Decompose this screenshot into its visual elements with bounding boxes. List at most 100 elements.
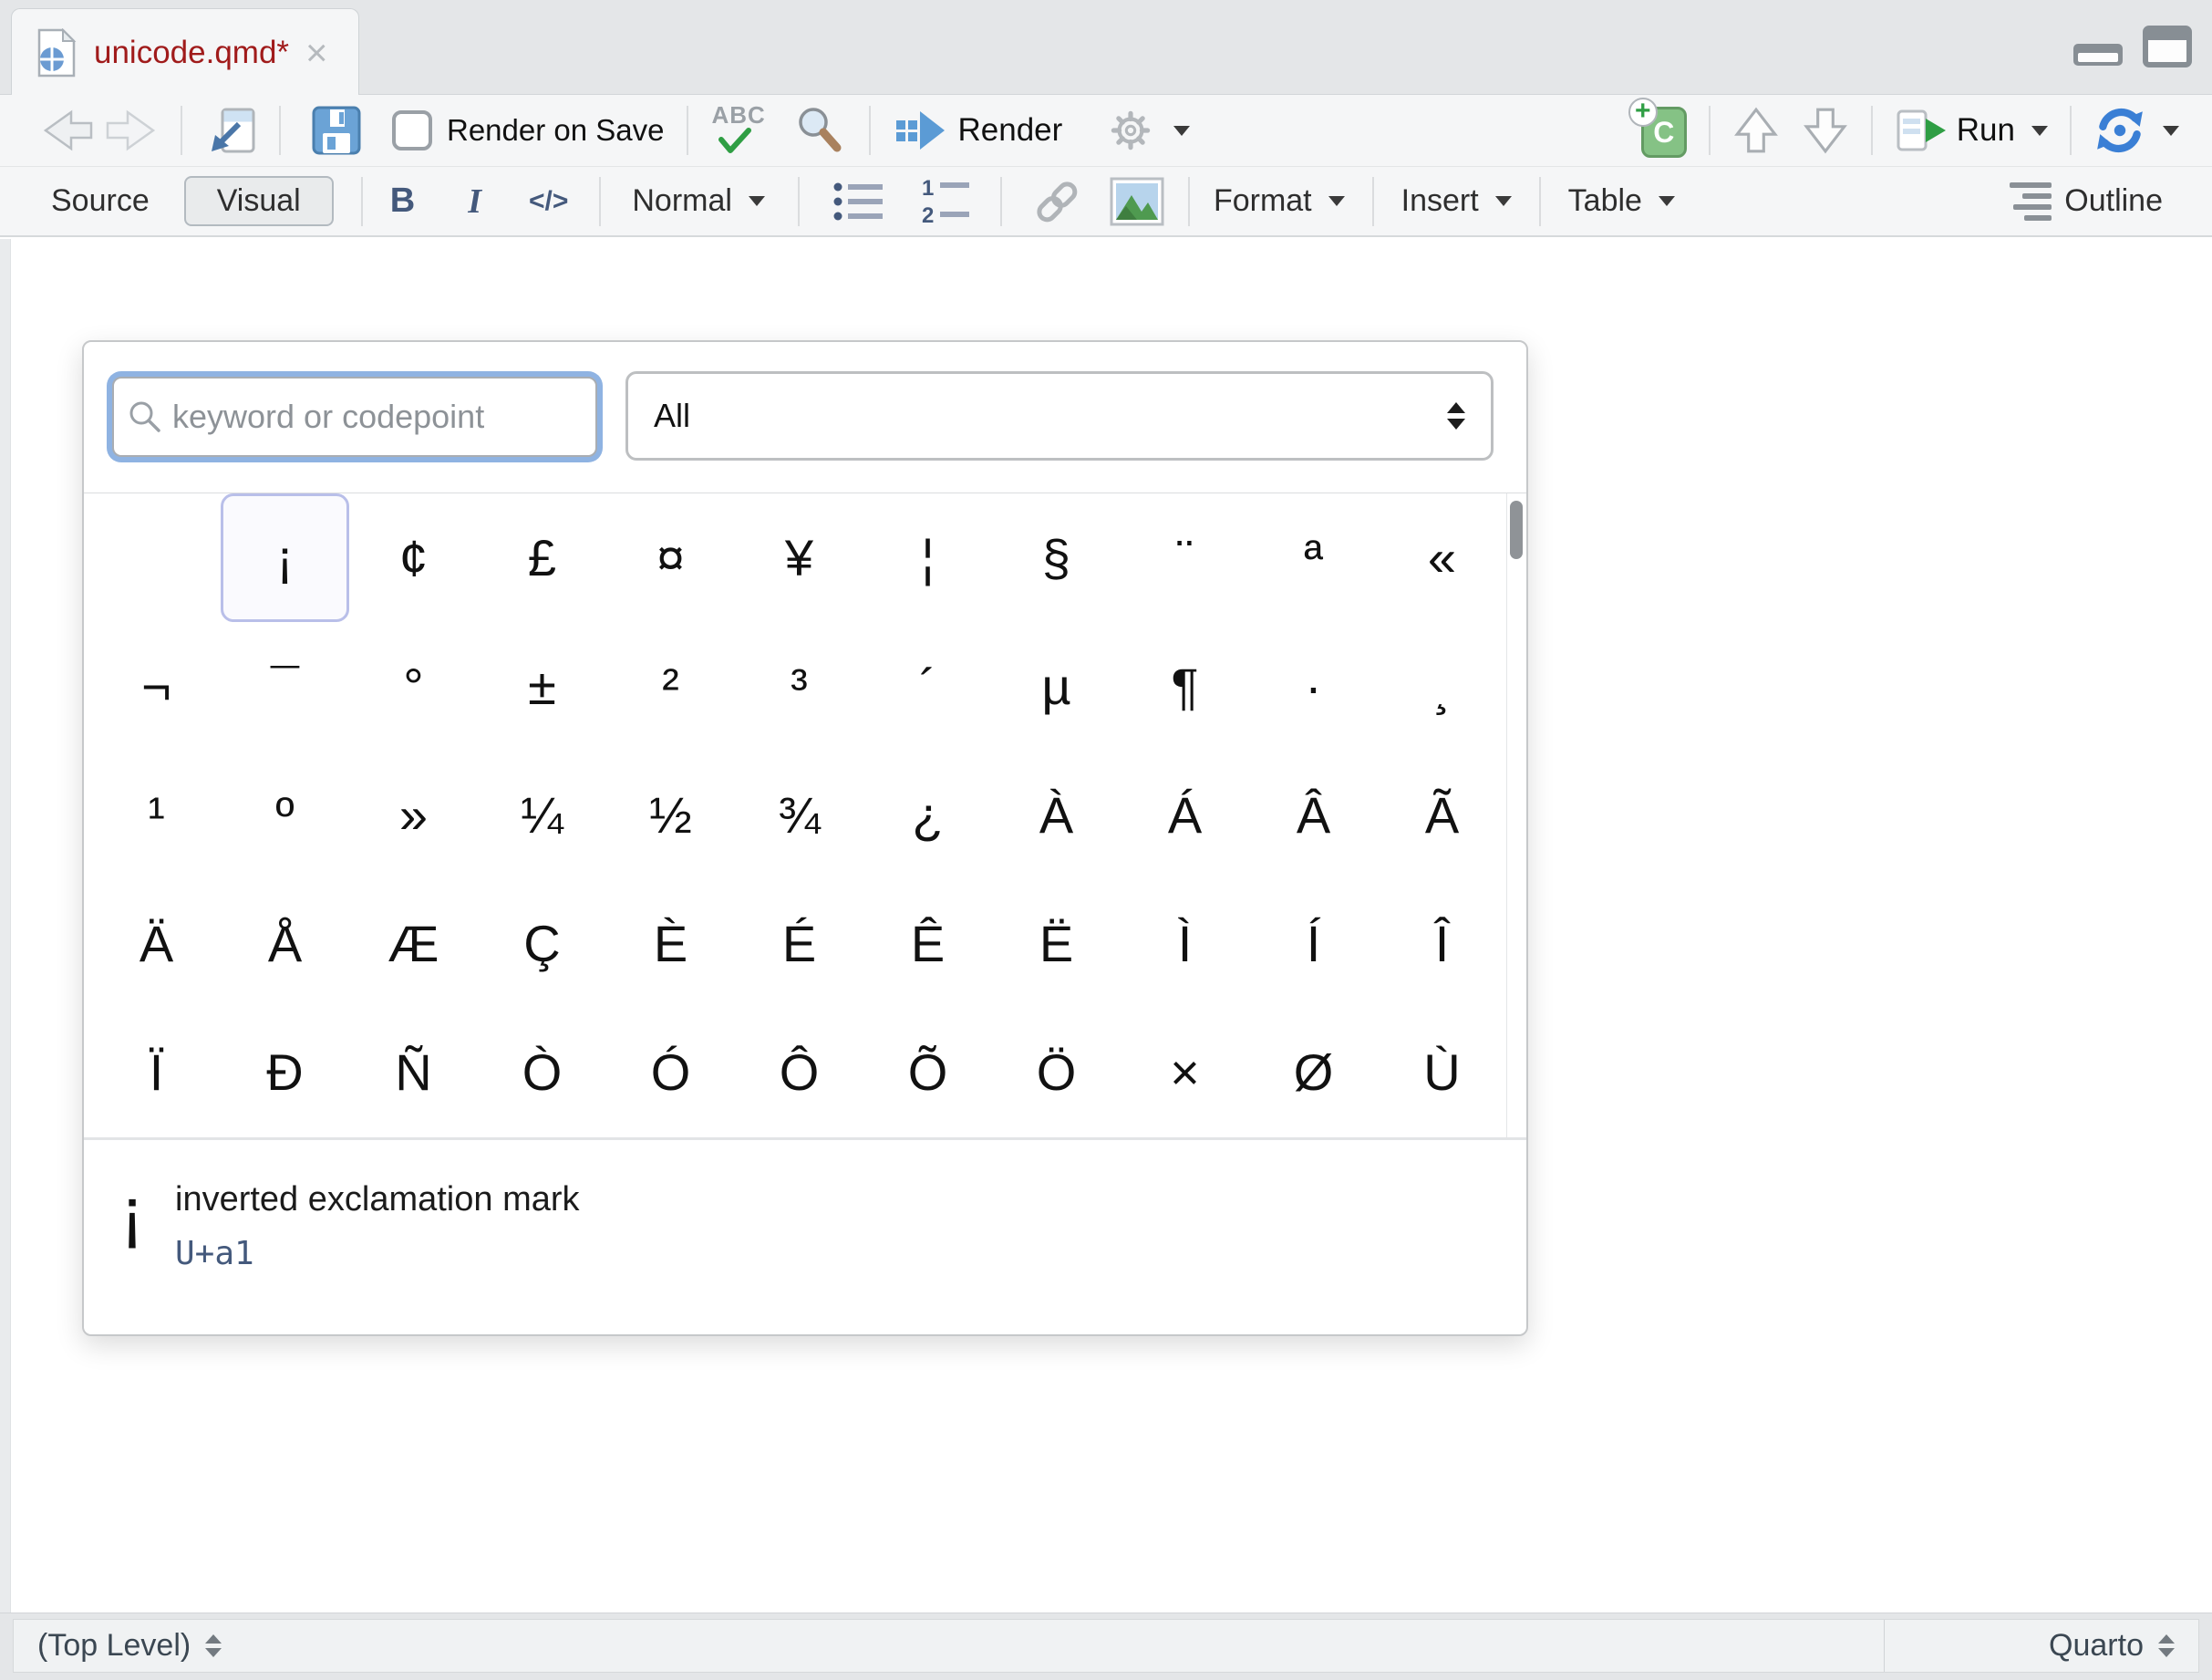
search-field[interactable] [112, 377, 597, 457]
char-cell[interactable]: ± [478, 622, 606, 751]
char-cell[interactable]: Æ [349, 879, 478, 1008]
char-cell[interactable]: Ä [92, 879, 221, 1008]
run-options-caret-icon[interactable] [2031, 126, 2048, 136]
table-menu-caret-icon[interactable] [1659, 196, 1675, 206]
editor-tab[interactable]: unicode.qmd* × [11, 8, 359, 96]
char-cell[interactable]: É [735, 879, 863, 1008]
char-cell[interactable]: Ê [863, 879, 992, 1008]
char-cell[interactable]: § [992, 493, 1121, 622]
char-cell[interactable]: Ù [1378, 1008, 1506, 1136]
char-cell[interactable]: ¡ [221, 493, 349, 622]
scrollbar-thumb[interactable] [1510, 501, 1523, 559]
char-cell[interactable]: ´ [863, 622, 992, 751]
char-cell[interactable]: ¨ [1121, 493, 1249, 622]
render-button[interactable]: Render [958, 112, 1063, 149]
char-cell[interactable] [92, 493, 221, 622]
table-menu[interactable]: Table [1568, 183, 1642, 219]
char-cell[interactable]: º [221, 751, 349, 879]
char-cell[interactable]: Ë [992, 879, 1121, 1008]
category-filter-select[interactable]: All [625, 371, 1494, 461]
spellcheck-icon[interactable]: ABC [710, 103, 774, 158]
char-cell[interactable]: ¦ [863, 493, 992, 622]
insert-menu[interactable]: Insert [1401, 183, 1479, 219]
minimize-pane-icon[interactable] [2073, 26, 2123, 67]
char-cell[interactable]: Â [1249, 751, 1378, 879]
run-next-down-icon[interactable] [1802, 106, 1849, 155]
render-settings-caret-icon[interactable] [1173, 126, 1190, 136]
char-cell[interactable]: Õ [863, 1008, 992, 1136]
char-cell[interactable]: ¿ [863, 751, 992, 879]
rerun-options-caret-icon[interactable] [2163, 126, 2179, 136]
save-icon[interactable] [312, 106, 361, 155]
image-icon[interactable] [1110, 177, 1164, 226]
char-cell[interactable]: ° [349, 622, 478, 751]
render-on-save-checkbox[interactable] [392, 110, 432, 150]
char-cell[interactable]: ¯ [221, 622, 349, 751]
bold-icon[interactable]: B [390, 181, 415, 221]
char-cell[interactable]: Ó [606, 1008, 735, 1136]
char-cell[interactable]: ¸ [1378, 622, 1506, 751]
source-mode-button[interactable]: Source [51, 183, 150, 219]
char-cell[interactable]: × [1121, 1008, 1249, 1136]
char-cell[interactable]: Å [221, 879, 349, 1008]
char-cell[interactable]: Ö [992, 1008, 1121, 1136]
search-input[interactable] [172, 398, 574, 436]
char-cell[interactable]: Ã [1378, 751, 1506, 879]
char-cell[interactable]: ¶ [1121, 622, 1249, 751]
paragraph-style-caret-icon[interactable] [749, 196, 765, 206]
render-settings-gear-icon[interactable] [1104, 104, 1157, 157]
popout-window-icon[interactable] [204, 104, 257, 157]
char-cell[interactable]: Î [1378, 879, 1506, 1008]
forward-icon[interactable] [104, 107, 159, 154]
char-cell[interactable]: Ì [1121, 879, 1249, 1008]
char-cell[interactable]: ¼ [478, 751, 606, 879]
link-icon[interactable] [1029, 174, 1084, 229]
char-cell[interactable]: Ï [92, 1008, 221, 1136]
char-cell[interactable]: Ç [478, 879, 606, 1008]
char-cell[interactable]: ¥ [735, 493, 863, 622]
char-cell[interactable]: È [606, 879, 735, 1008]
char-cell[interactable]: £ [478, 493, 606, 622]
char-cell[interactable]: Ð [221, 1008, 349, 1136]
visual-mode-button[interactable]: Visual [184, 176, 334, 226]
char-cell[interactable]: Ø [1249, 1008, 1378, 1136]
char-cell[interactable]: ¬ [92, 622, 221, 751]
char-cell[interactable]: ¢ [349, 493, 478, 622]
char-cell[interactable]: ½ [606, 751, 735, 879]
code-icon[interactable]: </> [529, 186, 568, 217]
paragraph-style-dropdown[interactable]: Normal [632, 183, 732, 219]
grid-scrollbar[interactable] [1506, 493, 1526, 1137]
bullet-list-icon[interactable] [832, 179, 885, 224]
char-cell[interactable]: ³ [735, 622, 863, 751]
rerun-source-icon[interactable] [2093, 104, 2146, 157]
char-cell[interactable]: « [1378, 493, 1506, 622]
char-cell[interactable]: ¹ [92, 751, 221, 879]
back-icon[interactable] [40, 107, 95, 154]
char-cell[interactable]: ¾ [735, 751, 863, 879]
char-cell[interactable]: À [992, 751, 1121, 879]
render-icon[interactable] [893, 107, 947, 154]
run-previous-up-icon[interactable] [1732, 106, 1780, 155]
char-cell[interactable]: Ô [735, 1008, 863, 1136]
run-icon[interactable] [1895, 108, 1948, 153]
char-cell[interactable]: ª [1249, 493, 1378, 622]
insert-menu-caret-icon[interactable] [1495, 196, 1512, 206]
char-cell[interactable]: Á [1121, 751, 1249, 879]
italic-icon[interactable]: I [468, 181, 481, 222]
find-replace-icon[interactable] [794, 104, 847, 157]
char-cell[interactable]: Í [1249, 879, 1378, 1008]
editor-canvas[interactable]: All ¡¢£¤¥¦§¨ª«¬¯°±²³´µ¶·¸¹º»¼½¾¿ÀÁÂÃÄÅÆÇ… [0, 239, 2212, 1613]
outline-toggle[interactable]: Outline [2064, 183, 2163, 219]
run-button[interactable]: Run [1957, 112, 2015, 149]
char-cell[interactable]: ¤ [606, 493, 735, 622]
tab-close-icon[interactable]: × [305, 34, 328, 72]
format-menu-caret-icon[interactable] [1328, 196, 1345, 206]
char-cell[interactable]: » [349, 751, 478, 879]
insert-chunk-icon[interactable]: C + [1630, 101, 1687, 160]
maximize-pane-icon[interactable] [2143, 26, 2192, 67]
language-selector[interactable]: Quarto [1884, 1620, 2175, 1672]
format-menu[interactable]: Format [1214, 183, 1312, 219]
numbered-list-icon[interactable]: 1 2 [920, 177, 973, 226]
char-cell[interactable]: · [1249, 622, 1378, 751]
scope-selector[interactable]: (Top Level) [37, 1628, 222, 1664]
